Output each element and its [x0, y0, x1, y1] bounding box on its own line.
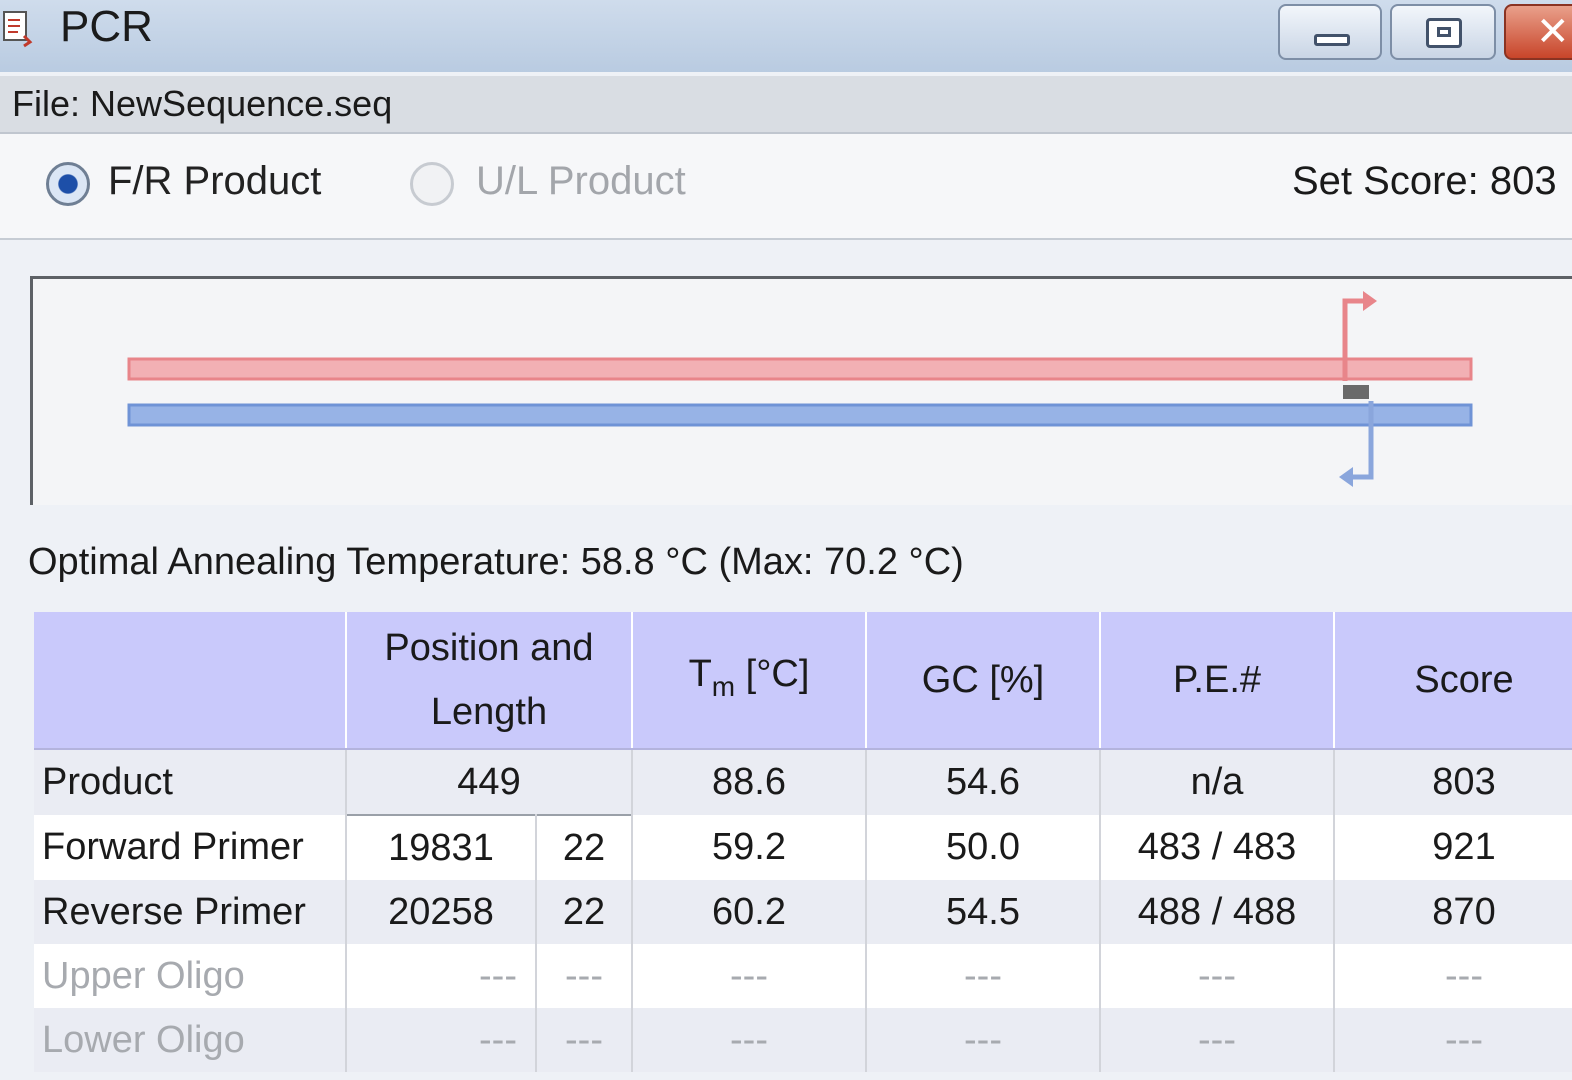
annealing-temperature: Optimal Annealing Temperature: 58.8 °C (… — [28, 541, 964, 583]
reverse-strand — [127, 403, 1473, 427]
row-pe: --- — [1100, 944, 1335, 1008]
row-tm: 60.2 — [632, 880, 867, 944]
row-gc: --- — [866, 944, 1101, 1008]
title-bar: PCR ✕ — [0, 0, 1572, 72]
close-icon: ✕ — [1536, 10, 1570, 54]
set-score: Set Score: 803 — [1292, 159, 1557, 203]
document-icon — [3, 11, 33, 48]
product-region-marker — [1343, 385, 1369, 399]
row-position: 449 — [346, 749, 633, 815]
row-position: --- — [346, 1008, 537, 1072]
row-name: Reverse Primer — [34, 880, 347, 944]
minimize-icon — [1314, 34, 1350, 46]
window-title: PCR — [60, 2, 153, 51]
row-gc: --- — [866, 1008, 1101, 1072]
row-pe: --- — [1100, 1008, 1335, 1072]
row-gc: 54.6 — [866, 749, 1101, 815]
row-position: 19831 — [346, 814, 537, 880]
row-tm: 59.2 — [632, 815, 867, 880]
header-tm: Tm [°C] — [632, 612, 867, 750]
header-pe: P.E.# — [1100, 612, 1335, 750]
file-bar: File: NewSequence.seq — [0, 76, 1572, 134]
row-score: --- — [1334, 1008, 1572, 1072]
row-length: --- — [536, 944, 633, 1008]
row-tm: 88.6 — [632, 749, 867, 815]
table-row-product[interactable]: Product 449 88.6 54.6 n/a 803 — [34, 749, 1572, 815]
table-row-reverse-primer[interactable]: Reverse Primer 20258 22 60.2 54.5 488 / … — [34, 880, 1572, 944]
row-gc: 54.5 — [866, 880, 1101, 944]
header-score: Score — [1334, 612, 1572, 750]
row-name: Upper Oligo — [34, 944, 347, 1008]
row-name: Product — [34, 749, 347, 815]
header-gc: GC [%] — [866, 612, 1101, 750]
reverse-primer-arrowhead — [1339, 467, 1353, 487]
row-pe: 488 / 488 — [1100, 880, 1335, 944]
row-position: --- — [346, 944, 537, 1008]
table-row-lower-oligo[interactable]: Lower Oligo --- --- --- --- --- --- — [34, 1008, 1572, 1072]
table-row-upper-oligo[interactable]: Upper Oligo --- --- --- --- --- --- — [34, 944, 1572, 1008]
forward-primer-arrowhead — [1363, 291, 1377, 311]
primer-diagram — [30, 276, 1572, 505]
row-score: --- — [1334, 944, 1572, 1008]
close-button[interactable]: ✕ — [1504, 4, 1572, 60]
row-score: 803 — [1334, 749, 1572, 815]
row-tm: --- — [632, 944, 867, 1008]
row-length: --- — [536, 1008, 633, 1072]
row-gc: 50.0 — [866, 815, 1101, 880]
table-row-forward-primer[interactable]: Forward Primer 19831 22 59.2 50.0 483 / … — [34, 814, 1572, 880]
row-name: Lower Oligo — [34, 1008, 347, 1072]
row-tm: --- — [632, 1008, 867, 1072]
row-length: 22 — [536, 880, 633, 944]
product-options: F/R Product U/L Product Set Score: 803 — [0, 134, 1572, 240]
row-score: 921 — [1334, 815, 1572, 880]
row-pe: 483 / 483 — [1100, 815, 1335, 880]
header-name — [34, 612, 347, 750]
primer-diagram-canvas — [127, 291, 1473, 487]
ul-product-label: U/L Product — [476, 159, 686, 203]
header-position-length: Position and Length — [346, 612, 633, 750]
forward-strand — [127, 357, 1473, 381]
minimize-button[interactable] — [1278, 4, 1382, 60]
fr-product-radio[interactable] — [46, 162, 90, 206]
table-header: Position and Length Tm [°C] GC [%] P.E.#… — [34, 612, 1572, 750]
restore-button[interactable] — [1390, 4, 1496, 60]
file-label: File: NewSequence.seq — [12, 83, 393, 124]
row-score: 870 — [1334, 880, 1572, 944]
row-name: Forward Primer — [34, 815, 347, 880]
restore-icon — [1426, 18, 1462, 48]
row-position: 20258 — [346, 880, 537, 944]
fr-product-label[interactable]: F/R Product — [108, 156, 321, 206]
row-length: 22 — [536, 814, 633, 880]
results-table: Position and Length Tm [°C] GC [%] P.E.#… — [34, 612, 1572, 1072]
row-pe: n/a — [1100, 749, 1335, 815]
ul-product-radio — [410, 162, 454, 206]
